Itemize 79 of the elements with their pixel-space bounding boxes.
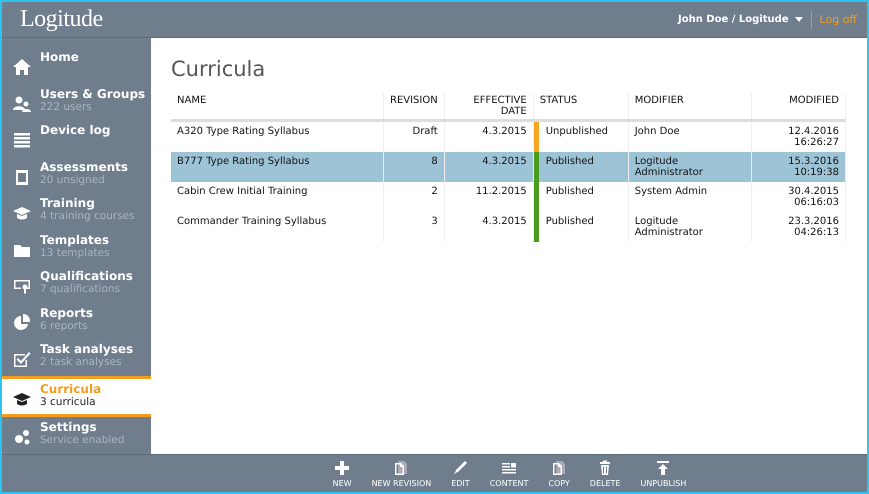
sidebar-label: Templates [40,232,110,247]
sidebar-item[interactable]: Assessments 20 unsigned [2,156,151,194]
sidebar-label: Qualifications [40,269,133,284]
toolbar-button[interactable]: UNPUBLISH [640,460,686,488]
pie-chart-icon [12,312,32,333]
table-cell: 4.3.2015 [444,152,534,182]
sidebar-count: Service enabled [40,434,124,446]
toolbar-button[interactable]: DELETE [590,460,620,488]
sidebar-label: Assessments [40,160,128,174]
list-icon [12,130,32,150]
table-cell: 11.2.2015 [444,182,534,212]
users-icon [12,94,32,114]
sidebar-count: 20 unsigned [40,174,106,186]
logo[interactable]: Logitude [20,6,103,33]
column-header[interactable]: EFFECTIVE DATE [444,93,534,120]
table-cell: 15.3.2016 10:19:38 [751,152,846,182]
column-header[interactable]: REVISION [384,93,444,120]
sidebar-count: 222 users [40,100,93,113]
sidebar-item[interactable]: Home [2,47,151,84]
toolbar-button[interactable]: NEW REVISION [372,460,432,488]
toolbar-button[interactable]: COPY [548,460,570,488]
checkbox-icon [12,349,32,370]
table-cell: Logitude Administrator [628,152,752,182]
sidebar-item[interactable]: Training 4 training courses [2,193,151,230]
column-header[interactable]: MODIFIER [628,93,752,120]
table-cell: 8 [384,152,444,182]
table-cell: 23.3.2016 04:26:13 [751,212,846,242]
sidebar-item[interactable]: Users & Groups 222 users [2,84,151,120]
sidebar-label: Curricula [40,382,102,396]
sidebar-label: Settings [40,420,97,434]
table-cell: 4.3.2015 [444,212,534,242]
sidebar-label: Device log [40,123,110,138]
sidebar-count: 3 curricula [40,396,97,408]
sidebar-label: Home [40,50,79,64]
caret-icon [794,17,803,22]
table-cell: 3 [384,212,444,242]
table-cell: Published [533,182,628,212]
plus-icon [334,460,350,476]
table-cell: Cabin Crew Initial Training [171,182,384,212]
table-cell: Logitude Administrator [628,212,752,242]
table-row[interactable]: Commander Training Syllabus 3 4.3.2015 Published Logitude Administrator 23.3.2016 04:26:13 [171,212,846,242]
toolbar-button[interactable]: EDIT [451,460,470,488]
sidebar-count: 2 task analyses [40,356,123,368]
table-cell: B777 Type Rating Syllabus [171,152,384,182]
sidebar-item[interactable]: Device log [2,120,151,157]
column-header[interactable]: STATUS [533,93,628,120]
page-title: Curricula [171,57,266,81]
sidebar-item[interactable]: Reports 6 reports [2,302,151,340]
home-icon [12,57,32,77]
table-cell: Commander Training Syllabus [171,212,384,242]
sidebar-label: Reports [40,306,94,320]
toolbar-button[interactable]: NEW [332,460,352,488]
column-header[interactable]: NAME [171,93,384,120]
table-row[interactable]: B777 Type Rating Syllabus 8 4.3.2015 Published Logitude Administrator 15.3.2016 10:19:38 [171,152,846,182]
table-cell: System Admin [628,182,752,212]
user-menu[interactable]: John Doe / Logitude [678,14,803,25]
sidebar-label: Users & Groups [40,86,146,101]
table-cell: 30.4.2015 06:16:03 [751,182,846,212]
toolbar-button[interactable]: CONTENT [490,460,528,488]
sidebar-item[interactable]: Qualifications 7 qualifications [2,266,151,303]
upload-icon [655,460,672,476]
sidebar-count: 4 training courses [40,210,135,222]
table-cell: 2 [384,182,444,212]
documents-icon [393,460,410,476]
sidebar-item[interactable]: Templates 13 templates [2,230,151,266]
sidebar-item[interactable]: Task analyses 2 task analyses [2,339,151,376]
sidebar-item[interactable]: Settings Service enabled [2,417,151,454]
pen-icon [452,460,468,476]
table-cell: Published [533,212,628,242]
sidebar-label: Training [40,196,96,210]
column-header[interactable]: MODIFIED [751,93,846,120]
sidebar-label: Task analyses [40,342,134,356]
sidebar-item[interactable]: Curricula 3 curricula [2,376,151,418]
table-cell: Published [533,152,628,182]
sidebar-count: 7 qualifications [40,283,122,296]
sidebar-count: 13 templates [40,246,110,259]
documents-icon [551,460,568,476]
table-row[interactable]: Cabin Crew Initial Training 2 11.2.2015 Published System Admin 30.4.2015 06:16:03 [171,182,846,212]
sidebar-count: 6 reports [40,320,89,332]
